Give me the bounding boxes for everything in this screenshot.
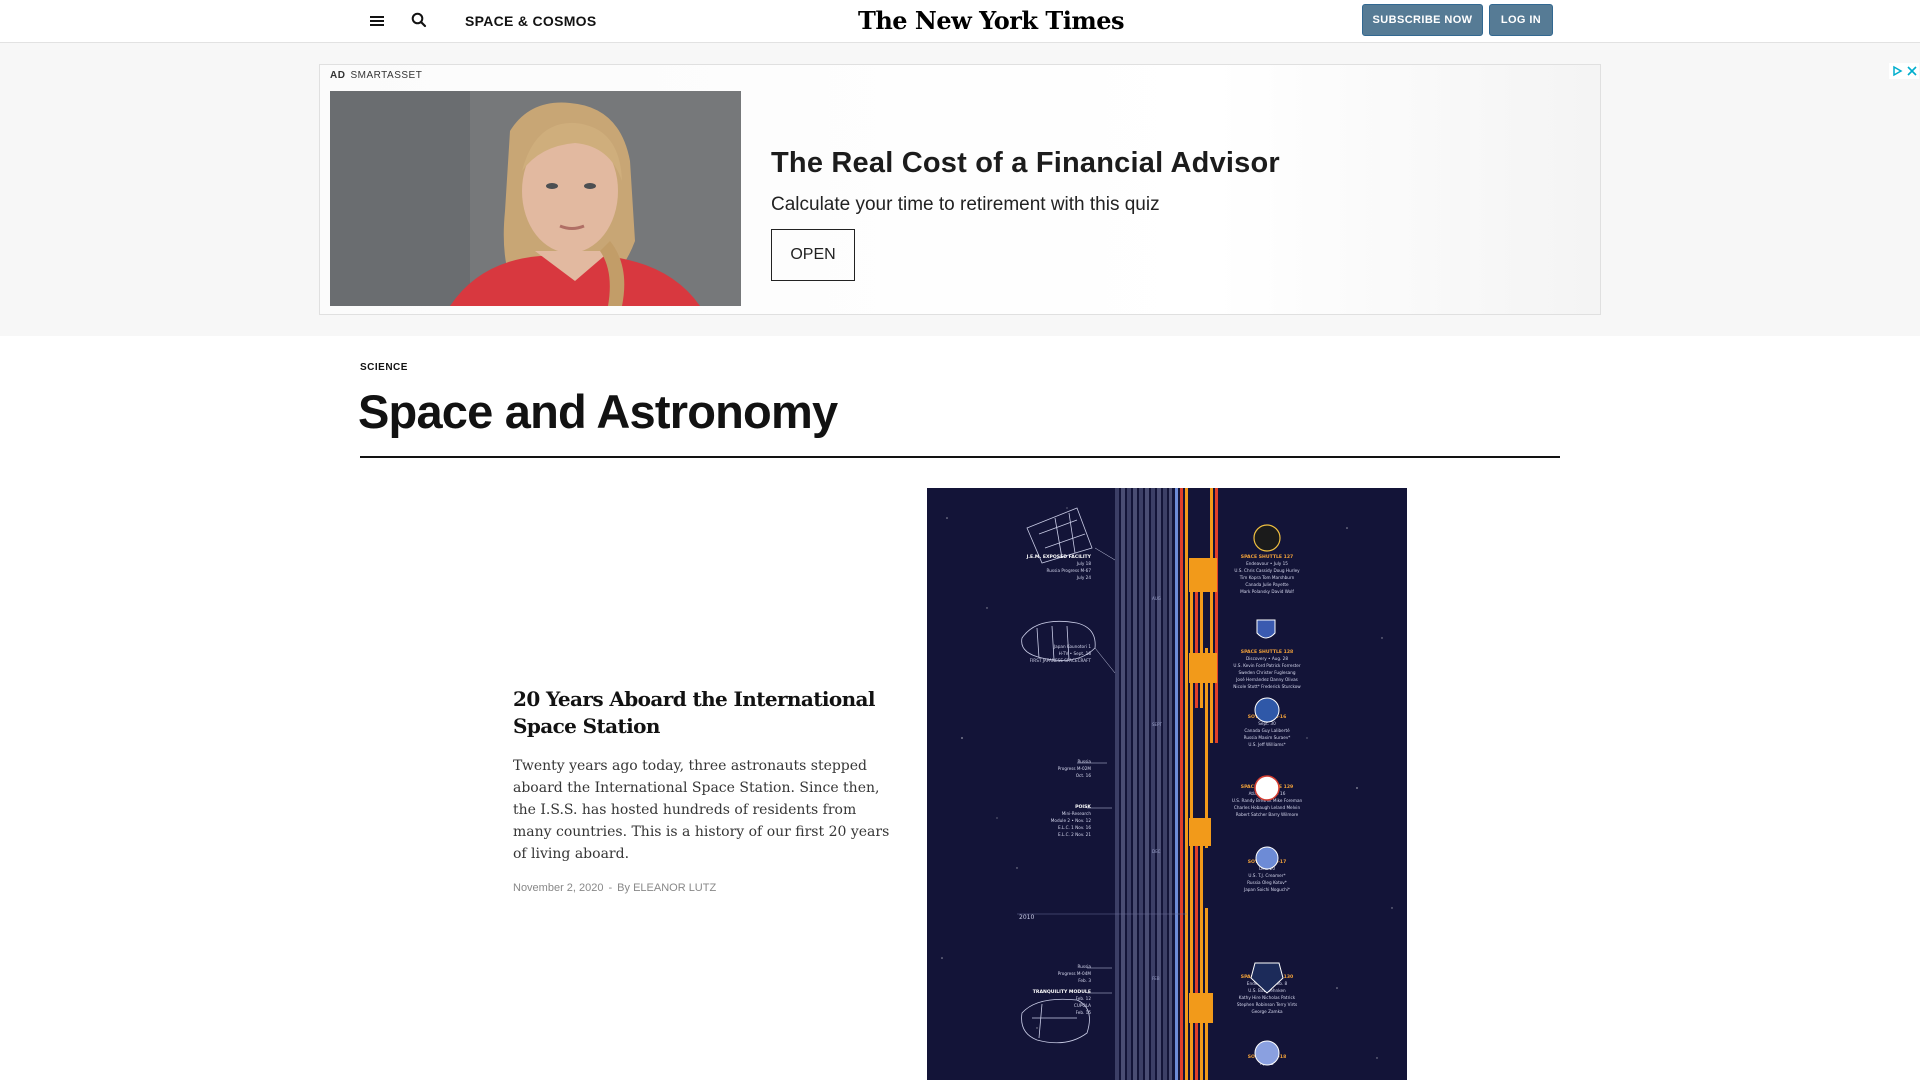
right-label-1-line-5: Nicole Stott* Frederick Sturckow (1233, 684, 1301, 689)
adchoices-icon[interactable] (1891, 65, 1903, 77)
ad-portrait-image[interactable] (330, 91, 741, 306)
ad-unit[interactable]: AD SMARTASSET The Real Cost of a Financia… (319, 64, 1601, 315)
right-label-1-line-0: SPACE SHUTTLE 128 (1241, 649, 1293, 655)
right-label-1-line-3: Sweden Christer Fuglesang (1238, 670, 1295, 675)
close-icon[interactable] (1906, 65, 1918, 77)
story-summary: Twenty years ago today, three astronauts… (513, 758, 890, 862)
left-label-2-line-2: Oct. 16 (1076, 773, 1092, 778)
left-label-4-line-0: Russia (1078, 964, 1092, 969)
left-label-0-line-1: July 18 (1076, 561, 1092, 566)
login-button[interactable]: LOG IN (1489, 4, 1553, 36)
search-icon[interactable] (409, 10, 429, 30)
left-label-4-line-1: Progress M-04M (1058, 971, 1092, 976)
right-label-1-line-2: U.S. Kevin Ford Patrick Forrester (1233, 663, 1300, 668)
subscribe-button[interactable]: SUBSCRIBE NOW (1362, 4, 1483, 36)
menu-icon[interactable] (367, 11, 387, 31)
left-label-0-line-2: Russia Progress M-67 (1047, 568, 1092, 573)
ad-open-button[interactable]: OPEN (771, 229, 855, 281)
right-label-2-line-2: Canada Guy Laliberté (1244, 728, 1290, 733)
left-label-5-line-2: CUPOLA (1074, 1003, 1091, 1008)
ad-headline[interactable]: The Real Cost of a Financial Advisor (771, 147, 1280, 180)
ad-sponsor: SMARTASSET (350, 70, 423, 81)
left-label-0-line-0: J.E.M. EXPOSED FACILITY (1026, 554, 1092, 560)
ad-label: AD SMARTASSET (330, 70, 422, 81)
ad-badge: AD (330, 70, 346, 81)
tick-label-dec: DEC (1152, 849, 1161, 854)
page-title: Space and Astronomy (358, 385, 838, 438)
module-stripes (1115, 488, 1172, 1080)
right-label-0-line-1: Endeavour • July 15 (1246, 561, 1288, 566)
right-label-2-line-4: U.S. Jeff Williams* (1248, 742, 1285, 747)
left-label-3-line-4: E.L.C. 2 Nov. 21 (1058, 832, 1091, 837)
right-label-4-line-4: Japan Soichi Noguchi* (1243, 887, 1290, 892)
left-label-4-line-2: Feb. 3 (1078, 978, 1091, 983)
left-label-1-line-2: FIRST JAPANESE SPACECRAFT (1030, 658, 1092, 663)
left-label-0-line-3: July 24 (1076, 575, 1092, 580)
right-label-4-line-2: U.S. T.J. Creamer* (1248, 873, 1285, 878)
year-label: 2010 (1019, 914, 1034, 921)
left-label-1-line-1: H-TV • Sept. 18 (1059, 651, 1092, 656)
title-divider (360, 456, 1560, 458)
section-kicker[interactable]: SCIENCE (360, 362, 408, 373)
left-label-3-line-2: Module 2 • Nov. 12 (1051, 818, 1092, 823)
right-label-0-line-5: Mark Polansky David Wolf (1240, 589, 1294, 594)
right-label-0-line-2: U.S. Chris Cassidy Doug Hurley (1234, 568, 1300, 573)
left-label-3-line-1: Mini-Research (1062, 811, 1092, 816)
patch-sts128-icon (1256, 619, 1276, 639)
right-label-4-line-3: Russia Oleg Kotov* (1247, 880, 1287, 885)
adchoices-control[interactable] (1889, 63, 1919, 79)
patch-soyuz17-icon (1255, 846, 1279, 870)
left-label-group: J.E.M. EXPOSED FACILITYJuly 18 Russia Pro… (1026, 554, 1092, 1015)
right-label-2-line-3: Russia Maxim Suraev* (1244, 735, 1291, 740)
right-label-0-line-3: Tim Kopra Tom Marshburn (1239, 575, 1295, 580)
right-label-1-line-4: José Hernández Danny Olivas (1235, 677, 1298, 682)
ad-subtitle: Calculate your time to retirement with t… (771, 194, 1160, 215)
patch-sts129-icon (1254, 775, 1280, 801)
portrait-illustration (330, 91, 741, 306)
nyt-logo[interactable]: The New York Times (858, 6, 1125, 35)
story-date: November 2, 2020 (513, 882, 604, 894)
patch-sts127-icon (1253, 524, 1281, 552)
left-label-3-line-3: E.L.C. 1 Nov. 16 (1058, 825, 1091, 830)
right-label-3-line-3: Charles Hobaugh Leland Melvin (1234, 805, 1301, 810)
patch-soyuz18-icon (1254, 1040, 1280, 1066)
tick-label-feb: FEB (1152, 976, 1160, 981)
right-label-0-line-0: SPACE SHUTTLE 127 (1241, 554, 1293, 560)
story-byline: By ELEANOR LUTZ (617, 882, 717, 894)
left-label-2-line-0: Russia (1078, 759, 1092, 764)
story-headline[interactable]: 20 Years Aboard the International Space … (513, 686, 903, 740)
right-label-1-line-1: Discovery • Aug. 28 (1246, 656, 1288, 661)
left-label-5-line-1: Feb. 12 (1076, 996, 1092, 1001)
ad-band: AD SMARTASSET The Real Cost of a Financia… (0, 43, 1920, 336)
top-navigation-bar: SPACE & COSMOS The New York Times SUBSCR… (0, 0, 1920, 43)
left-label-2-line-1: Progress M-02M (1058, 766, 1092, 771)
meta-separator: - (608, 882, 613, 894)
left-label-3-line-0: POISK (1075, 804, 1091, 810)
right-label-5-line-4: Stephen Robinson Terry Virts (1237, 1002, 1297, 1007)
left-label-5-line-0: TRANQUILITY MODULE (1033, 989, 1091, 995)
tick-label-aug: AUG (1152, 596, 1161, 601)
right-label-5-line-3: Kathy Hire Nicholas Patrick (1239, 995, 1296, 1000)
section-link-space-cosmos[interactable]: SPACE & COSMOS (465, 13, 597, 29)
left-label-5-line-3: Feb. 15 (1076, 1010, 1092, 1015)
patch-soyuz16-icon (1254, 697, 1280, 723)
story-meta: November 2, 2020- By ELEANOR LUTZ (513, 882, 716, 894)
right-label-5-line-5: George Zamka (1251, 1009, 1282, 1014)
right-label-3-line-4: Robert Satcher Barry Wilmore (1236, 812, 1299, 817)
timeline-svg: AUG SEPT DEC FEB 2010 J.E.M. EXPOSED FAC… (941, 488, 1393, 1080)
iss-timeline-graphic[interactable]: AUG SEPT DEC FEB 2010 J.E.M. EXPOSED FAC… (927, 488, 1407, 1080)
tick-label-sept: SEPT (1152, 722, 1162, 727)
right-label-0-line-4: Canada Julie Payette (1245, 582, 1289, 587)
left-label-1-line-0: Japan Kounotori 1 (1053, 644, 1091, 649)
